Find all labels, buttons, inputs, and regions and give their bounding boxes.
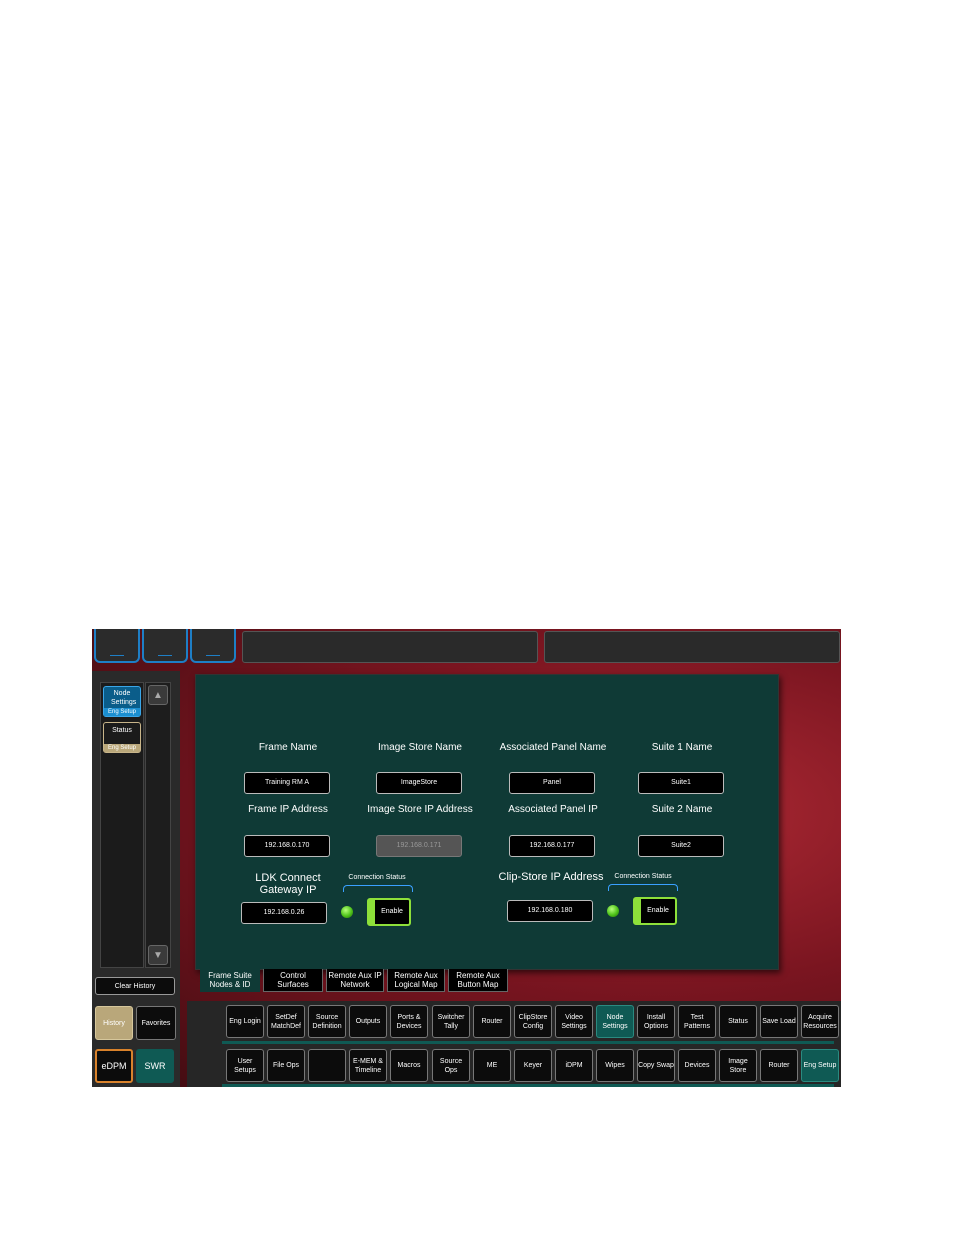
- row2-button-keyer[interactable]: Keyer: [514, 1049, 552, 1082]
- image-store-ip-field: 192.168.0.171: [376, 835, 462, 857]
- row1-button-node-settings[interactable]: Node Settings: [596, 1005, 634, 1038]
- row1-button-switcher-tally[interactable]: Switcher Tally: [432, 1005, 470, 1038]
- clipstore-status-led-icon: [607, 905, 619, 917]
- row2-button-empty[interactable]: [308, 1049, 346, 1082]
- row1-button-clipstore-config[interactable]: ClipStore Config: [514, 1005, 552, 1038]
- row1-button-setdef-matchdef[interactable]: SetDef MatchDef: [267, 1005, 305, 1038]
- history-tab[interactable]: History: [95, 1006, 133, 1040]
- row2-button-router[interactable]: Router: [760, 1049, 798, 1082]
- row1-button-save-load[interactable]: Save Load: [760, 1005, 798, 1038]
- frame-ip-label: Frame IP Address: [248, 804, 328, 815]
- history-item-sub: Eng Setup: [104, 744, 140, 752]
- suite2-name-field[interactable]: Suite2: [638, 835, 724, 857]
- row2-button-eng-setup[interactable]: Eng Setup: [801, 1049, 839, 1082]
- history-item-node-settings[interactable]: Node Settings Eng Setup: [103, 686, 141, 717]
- favorites-tab[interactable]: Favorites: [136, 1006, 176, 1040]
- image-store-name-field[interactable]: ImageStore: [376, 772, 462, 794]
- row1-button-router[interactable]: Router: [473, 1005, 511, 1038]
- top-status-panel-left: [242, 631, 538, 663]
- row2-button-source-ops[interactable]: Source Ops: [432, 1049, 470, 1082]
- top-tab-button-1[interactable]: [94, 629, 140, 663]
- history-item-label: Status: [112, 727, 132, 734]
- ldk-status-bracket: [343, 885, 413, 892]
- associated-panel-name-field[interactable]: Panel: [509, 772, 595, 794]
- history-sidebar: Node Settings Eng Setup Status Eng Setup…: [92, 671, 180, 1087]
- image-store-ip-label: Image Store IP Address: [367, 804, 473, 815]
- suite2-name-label: Suite 2 Name: [651, 804, 713, 815]
- row1-button-status[interactable]: Status: [719, 1005, 757, 1038]
- scroll-up-button[interactable]: ▲: [148, 685, 168, 705]
- clear-history-button[interactable]: Clear History: [95, 977, 175, 995]
- history-scrollbar[interactable]: ▲ ▼: [145, 682, 171, 968]
- row1-button-eng-login[interactable]: Eng Login: [226, 1005, 264, 1038]
- edpm-button[interactable]: eDPM: [95, 1049, 133, 1083]
- row2-button-devices[interactable]: Devices: [678, 1049, 716, 1082]
- top-status-panel-right: [544, 631, 840, 663]
- node-settings-panel: Frame Name Training RM A Image Store Nam…: [195, 674, 779, 970]
- row1-button-acquire-resources[interactable]: Acquire Resources: [801, 1005, 839, 1038]
- row1-button-install-options[interactable]: Install Options: [637, 1005, 675, 1038]
- swr-button[interactable]: SWR: [136, 1049, 174, 1083]
- row2-button-image-store[interactable]: Image Store: [719, 1049, 757, 1082]
- tab-remote-aux-logical-map[interactable]: Remote Aux Logical Map: [387, 969, 445, 992]
- history-item-sub: Eng Setup: [104, 708, 140, 716]
- frame-name-field[interactable]: Training RM A: [244, 772, 330, 794]
- history-list: Node Settings Eng Setup Status Eng Setup: [100, 682, 144, 968]
- associated-panel-ip-label: Associated Panel IP: [508, 804, 598, 815]
- scroll-down-button[interactable]: ▼: [148, 945, 168, 965]
- switcher-screen: Node Settings Eng Setup Status Eng Setup…: [92, 629, 841, 1087]
- ldk-connection-status-label: Connection Status: [348, 874, 406, 881]
- tab-remote-aux-ip-network[interactable]: Remote Aux IP Network: [326, 969, 384, 992]
- history-item-label: Node Settings: [111, 690, 137, 706]
- row2-button-user-setups[interactable]: User Setups: [226, 1049, 264, 1082]
- ldk-enable-button[interactable]: Enable: [367, 898, 411, 926]
- ldk-status-led-icon: [341, 906, 353, 918]
- row2-button-idpm[interactable]: iDPM: [555, 1049, 593, 1082]
- row2-button-wipes[interactable]: Wipes: [596, 1049, 634, 1082]
- frame-name-label: Frame Name: [258, 742, 318, 753]
- row2-button-macros[interactable]: Macros: [390, 1049, 428, 1082]
- row1-button-outputs[interactable]: Outputs: [349, 1005, 387, 1038]
- tab-remote-aux-button-map[interactable]: Remote Aux Button Map: [448, 969, 508, 992]
- associated-panel-ip-field[interactable]: 192.168.0.177: [509, 835, 595, 857]
- frame-ip-field[interactable]: 192.168.0.170: [244, 835, 330, 857]
- row1-button-test-patterns[interactable]: Test Patterns: [678, 1005, 716, 1038]
- row2-button-copy-swap[interactable]: Copy Swap: [637, 1049, 675, 1082]
- row1-button-source-definition[interactable]: Source Definition: [308, 1005, 346, 1038]
- clipstore-enable-button[interactable]: Enable: [633, 897, 677, 925]
- clipstore-connection-status-label: Connection Status: [614, 873, 672, 880]
- row1-selection-bar: [222, 1041, 834, 1044]
- suite1-name-field[interactable]: Suite1: [638, 772, 724, 794]
- tab-control-surfaces[interactable]: Control Surfaces: [263, 969, 323, 992]
- tab-frame-suite-nodes[interactable]: Frame Suite Nodes & ID: [200, 969, 260, 992]
- suite1-name-label: Suite 1 Name: [651, 742, 713, 753]
- top-tab-button-3[interactable]: [190, 629, 236, 663]
- row1-button-ports-devices[interactable]: Ports & Devices: [390, 1005, 428, 1038]
- row1-button-video-settings[interactable]: Video Settings: [555, 1005, 593, 1038]
- row2-button-file-ops[interactable]: File Ops: [267, 1049, 305, 1082]
- clipstore-label: Clip-Store IP Address: [498, 871, 604, 883]
- clipstore-ip-field[interactable]: 192.168.0.180: [507, 900, 593, 922]
- image-store-name-label: Image Store Name: [378, 742, 462, 753]
- top-tab-button-2[interactable]: [142, 629, 188, 663]
- row2-selection-bar: [222, 1084, 834, 1087]
- row2-button-me[interactable]: ME: [473, 1049, 511, 1082]
- clipstore-status-bracket: [608, 884, 678, 891]
- ldk-connect-label: LDK Connect Gateway IP: [255, 872, 321, 896]
- row2-button-e-mem-timeline[interactable]: E-MEM & Timeline: [349, 1049, 387, 1082]
- ldk-connect-ip-field[interactable]: 192.168.0.26: [241, 902, 327, 924]
- associated-panel-name-label: Associated Panel Name: [499, 742, 607, 753]
- history-item-status[interactable]: Status Eng Setup: [103, 722, 141, 753]
